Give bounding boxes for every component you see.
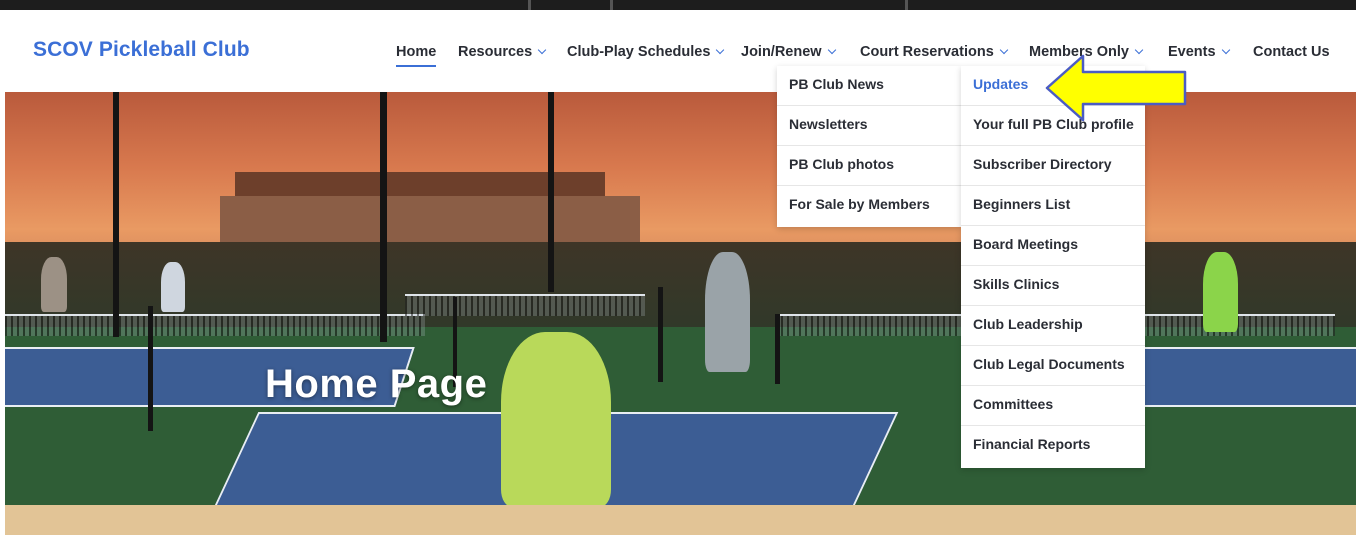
strip-mark	[610, 0, 613, 10]
menu-item-pb-club-news[interactable]: PB Club News	[777, 66, 961, 106]
hero-player	[41, 257, 67, 312]
hero-player	[501, 332, 611, 505]
submenu-members-only: Updates Your full PB Club profile Subscr…	[961, 66, 1145, 468]
nav-item-label: Home	[396, 44, 437, 60]
strip-mark	[528, 0, 531, 10]
active-underline	[396, 65, 437, 67]
hero-fence-post	[148, 306, 153, 431]
site-logo[interactable]: SCOV Pickleball Club	[33, 38, 250, 62]
menu-item-club-leadership[interactable]: Club Leadership	[961, 306, 1145, 346]
hero-player	[1203, 252, 1238, 332]
hero-light-pole	[548, 92, 554, 292]
nav-item-label: Court Reservations	[860, 44, 994, 60]
hero-player	[161, 262, 185, 312]
nav-item-label: Resources	[458, 44, 533, 60]
hero-fence-post	[658, 287, 663, 382]
chevron-down-icon	[999, 45, 1009, 55]
chevron-down-icon	[1221, 45, 1230, 55]
hero-title: Home Page	[265, 362, 488, 406]
hero-net	[5, 314, 425, 336]
menu-item-beginners-list[interactable]: Beginners List	[961, 186, 1145, 226]
hero-light-pole	[380, 92, 387, 342]
arrow-shape	[1045, 54, 1187, 122]
nav-item-home[interactable]: Home	[396, 44, 437, 67]
browser-top-strip	[0, 0, 1356, 10]
nav-item-label: Club-Play Schedules	[567, 44, 711, 60]
highlight-arrow-icon	[1045, 54, 1187, 122]
nav-item-label: Contact Us	[1253, 44, 1330, 60]
menu-item-for-sale-by-members[interactable]: For Sale by Members	[777, 186, 961, 226]
hero-player	[705, 252, 750, 372]
chevron-down-icon	[1134, 45, 1144, 55]
content-band	[5, 505, 1356, 535]
chevron-down-icon	[716, 45, 725, 55]
menu-item-skills-clinics[interactable]: Skills Clinics	[961, 266, 1145, 306]
menu-item-committees[interactable]: Committees	[961, 386, 1145, 426]
chevron-down-icon	[827, 45, 836, 55]
chevron-down-icon	[537, 45, 547, 55]
strip-mark	[905, 0, 908, 10]
nav-item-contact-us[interactable]: Contact Us	[1253, 44, 1330, 60]
menu-item-pb-club-photos[interactable]: PB Club photos	[777, 146, 961, 186]
nav-item-court-reservations[interactable]: Court Reservations	[860, 44, 1009, 60]
hero-building	[220, 196, 640, 246]
hero-fence-post	[775, 314, 780, 384]
menu-item-subscriber-directory[interactable]: Subscriber Directory	[961, 146, 1145, 186]
hero-net	[405, 294, 645, 316]
submenu-club-news: PB Club News Newsletters PB Club photos …	[777, 66, 961, 227]
nav-item-club-play-schedules[interactable]: Club-Play Schedules	[567, 44, 725, 60]
hero-banner: Home Page	[5, 92, 1356, 505]
hero-light-pole	[113, 92, 119, 337]
nav-item-label: Join/Renew	[741, 44, 822, 60]
menu-item-club-legal-documents[interactable]: Club Legal Documents	[961, 346, 1145, 386]
menu-item-board-meetings[interactable]: Board Meetings	[961, 226, 1145, 266]
nav-item-resources[interactable]: Resources	[458, 44, 547, 60]
menu-item-financial-reports[interactable]: Financial Reports	[961, 426, 1145, 466]
nav-item-join-renew[interactable]: Join/Renew	[741, 44, 836, 60]
menu-item-newsletters[interactable]: Newsletters	[777, 106, 961, 146]
